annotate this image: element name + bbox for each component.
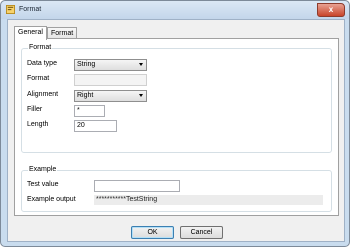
tab-general-label: General [18,29,43,36]
filler-value: * [77,107,80,114]
example-output-value: ***********TestString [96,196,158,203]
dialog-client-area: General Format Format Data type String F… [7,19,345,242]
cancel-button[interactable]: Cancel [180,226,223,239]
data-type-value: String [77,61,96,68]
chevron-down-icon [139,94,143,97]
example-group: Example Test value Example output ******… [21,166,332,212]
format-dialog: Format x General Format Format Data type… [0,0,350,247]
alignment-select[interactable]: Right [74,90,147,102]
close-button[interactable]: x [317,3,345,17]
window-title: Format [19,6,42,13]
title-bar[interactable]: Format x [1,1,349,19]
test-value-field[interactable] [94,180,180,192]
format-group: Format Data type String Format Alignment… [21,44,332,153]
alignment-label: Alignment [27,91,59,98]
app-icon [6,5,15,14]
data-type-label: Data type [27,60,57,67]
ok-button[interactable]: OK [131,226,174,239]
length-value: 20 [77,122,85,129]
tab-general[interactable]: General [14,26,47,40]
format-label: Format [27,75,50,82]
length-field[interactable]: 20 [74,120,117,132]
general-tab-panel: Format Data type String Format Alignment… [14,38,339,216]
example-output-field: ***********TestString [94,195,323,205]
data-type-select[interactable]: String [74,59,147,71]
format-field [74,74,147,86]
example-output-label: Example output [27,196,76,203]
tab-format-label: Format [51,30,74,37]
test-value-label: Test value [27,181,59,188]
length-label: Length [27,121,49,128]
close-icon: x [328,5,334,14]
chevron-down-icon [139,63,143,66]
format-group-title: Format [28,44,53,51]
example-group-title: Example [28,166,58,173]
filler-field[interactable]: * [74,105,105,117]
alignment-value: Right [77,92,94,99]
filler-label: Filler [27,106,43,113]
